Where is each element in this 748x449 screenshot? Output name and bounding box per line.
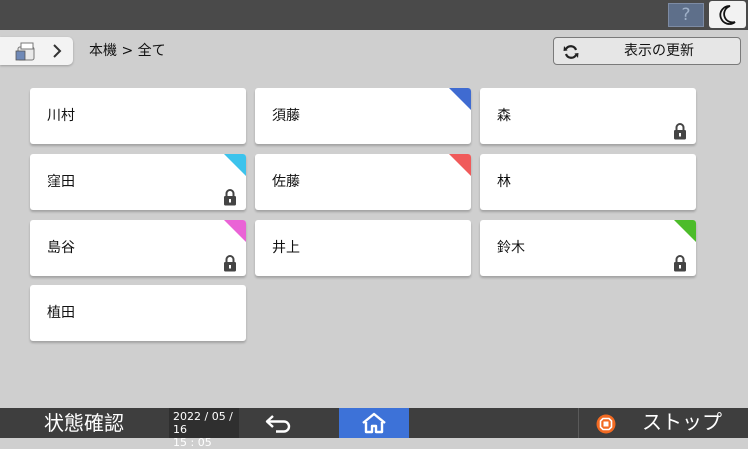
tile-name: 川村 [47,108,75,124]
tile-name: 須藤 [272,108,300,124]
status-check-button[interactable]: 状態確認 [0,408,168,438]
tile-name: 窪田 [47,174,75,190]
address-tile[interactable]: 佐藤 [255,154,471,210]
tile-name: 植田 [47,305,75,321]
breadcrumb: 本機 > 全て [89,43,166,59]
back-arrow-icon [265,415,291,433]
date-time-display: 2022 / 05 / 16 15 : 05 [169,408,239,449]
address-tile[interactable]: 島谷 [30,220,246,276]
bottom-bar: 状態確認 2022 / 05 / 16 15 : 05 ストップ [0,408,748,449]
refresh-label: 表示の更新 [624,43,694,59]
home-button[interactable] [339,408,409,438]
address-tile[interactable]: 須藤 [255,88,471,144]
group-color-marker [449,154,471,176]
tile-name: 佐藤 [272,174,300,190]
address-tile[interactable]: 植田 [30,285,246,341]
lock-icon [224,255,236,272]
night-mode-button[interactable] [709,1,746,28]
group-color-marker [674,220,696,242]
tile-name: 井上 [272,240,300,256]
address-tile[interactable]: 窪田 [30,154,246,210]
stop-icon [596,414,616,434]
top-bar: ? [0,0,748,30]
group-color-marker [224,220,246,242]
lock-icon [674,255,686,272]
group-color-marker [449,88,471,110]
refresh-icon [563,45,579,59]
address-tile[interactable]: 川村 [30,88,246,144]
address-tile[interactable]: 井上 [255,220,471,276]
help-button[interactable]: ? [668,3,704,27]
stop-label: ストップ [642,410,722,434]
tile-name: 島谷 [47,240,75,256]
chevron-right-icon [53,44,62,58]
help-label: ? [681,5,691,25]
date-text: 2022 / 05 / 16 [173,410,233,436]
lock-icon [674,123,686,140]
lock-icon [224,189,236,206]
address-tile[interactable]: 森 [480,88,696,144]
device-icon [15,42,35,61]
back-button[interactable] [264,412,296,438]
crescent-moon-icon [719,5,736,25]
address-tile[interactable]: 鈴木 [480,220,696,276]
tile-name: 森 [497,108,511,124]
group-color-marker [224,154,246,176]
stop-button[interactable]: ストップ [578,408,748,438]
home-icon [362,412,386,434]
refresh-display-button[interactable]: 表示の更新 [553,37,741,65]
tile-name: 林 [497,174,511,190]
tile-name: 鈴木 [497,240,525,256]
address-tile[interactable]: 林 [480,154,696,210]
device-select-button[interactable] [0,37,73,65]
status-check-label: 状態確認 [44,411,124,435]
